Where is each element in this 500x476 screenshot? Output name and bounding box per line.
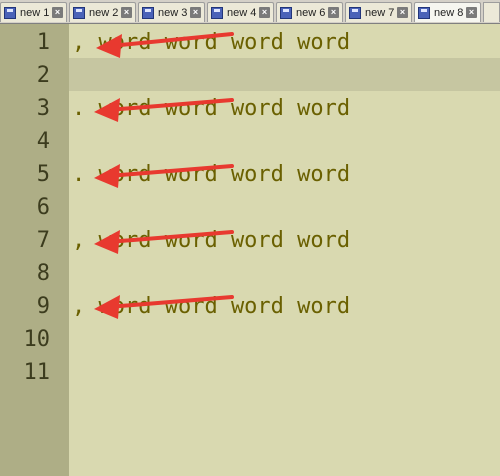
code-line[interactable]: . word word word word xyxy=(72,158,350,191)
code-line[interactable]: , word word word word xyxy=(72,290,350,323)
file-icon xyxy=(280,6,292,19)
tab-label: new 7 xyxy=(365,6,395,19)
current-line-highlight xyxy=(69,58,500,91)
tab-new-4[interactable]: new 4 × xyxy=(207,2,274,22)
line-number: 4 xyxy=(36,129,50,154)
tab-new-7[interactable]: new 7 × xyxy=(345,2,412,22)
close-icon[interactable]: × xyxy=(259,7,270,18)
line-number: 10 xyxy=(23,327,51,352)
text-editor[interactable]: , word word word word . word word word w… xyxy=(69,24,500,476)
code-line[interactable]: . word word word word xyxy=(72,92,350,125)
tab-bar: new 1 × new 2 × new 3 × new 4 × new 6 × … xyxy=(0,0,500,24)
line-number: 7 xyxy=(36,228,50,253)
tab-new-2[interactable]: new 2 × xyxy=(69,2,136,22)
tab-new-1[interactable]: new 1 × xyxy=(0,2,67,22)
file-icon xyxy=(418,6,430,19)
file-icon xyxy=(73,6,85,19)
line-number: 5 xyxy=(36,162,50,187)
tab-label: new 1 xyxy=(20,6,50,19)
close-icon[interactable]: × xyxy=(328,7,339,18)
close-icon[interactable]: × xyxy=(466,7,477,18)
close-icon[interactable]: × xyxy=(52,7,63,18)
line-number-gutter: 1 2 3 4 5 6 7 8 9 10 11 xyxy=(0,24,69,476)
line-number: 9 xyxy=(36,294,50,319)
tab-new-3[interactable]: new 3 × xyxy=(138,2,205,22)
tab-new-8[interactable]: new 8 × xyxy=(414,2,481,22)
line-number: 3 xyxy=(36,96,50,121)
file-icon xyxy=(211,6,223,19)
line-number: 1 xyxy=(36,30,50,55)
tab-overflow[interactable] xyxy=(483,2,500,22)
tab-label: new 2 xyxy=(89,6,119,19)
file-icon xyxy=(4,6,16,19)
line-number: 11 xyxy=(23,360,51,385)
line-number: 6 xyxy=(36,195,50,220)
file-icon xyxy=(142,6,154,19)
code-line[interactable]: , word word word word xyxy=(72,224,350,257)
tab-label: new 6 xyxy=(296,6,326,19)
tab-label: new 8 xyxy=(434,6,464,19)
close-icon[interactable]: × xyxy=(397,7,408,18)
tab-new-6[interactable]: new 6 × xyxy=(276,2,343,22)
line-number: 8 xyxy=(36,261,50,286)
code-line[interactable]: , word word word word xyxy=(72,26,350,59)
file-icon xyxy=(349,6,361,19)
line-number: 2 xyxy=(36,63,50,88)
close-icon[interactable]: × xyxy=(190,7,201,18)
tab-label: new 4 xyxy=(227,6,257,19)
tab-label: new 3 xyxy=(158,6,188,19)
close-icon[interactable]: × xyxy=(121,7,132,18)
